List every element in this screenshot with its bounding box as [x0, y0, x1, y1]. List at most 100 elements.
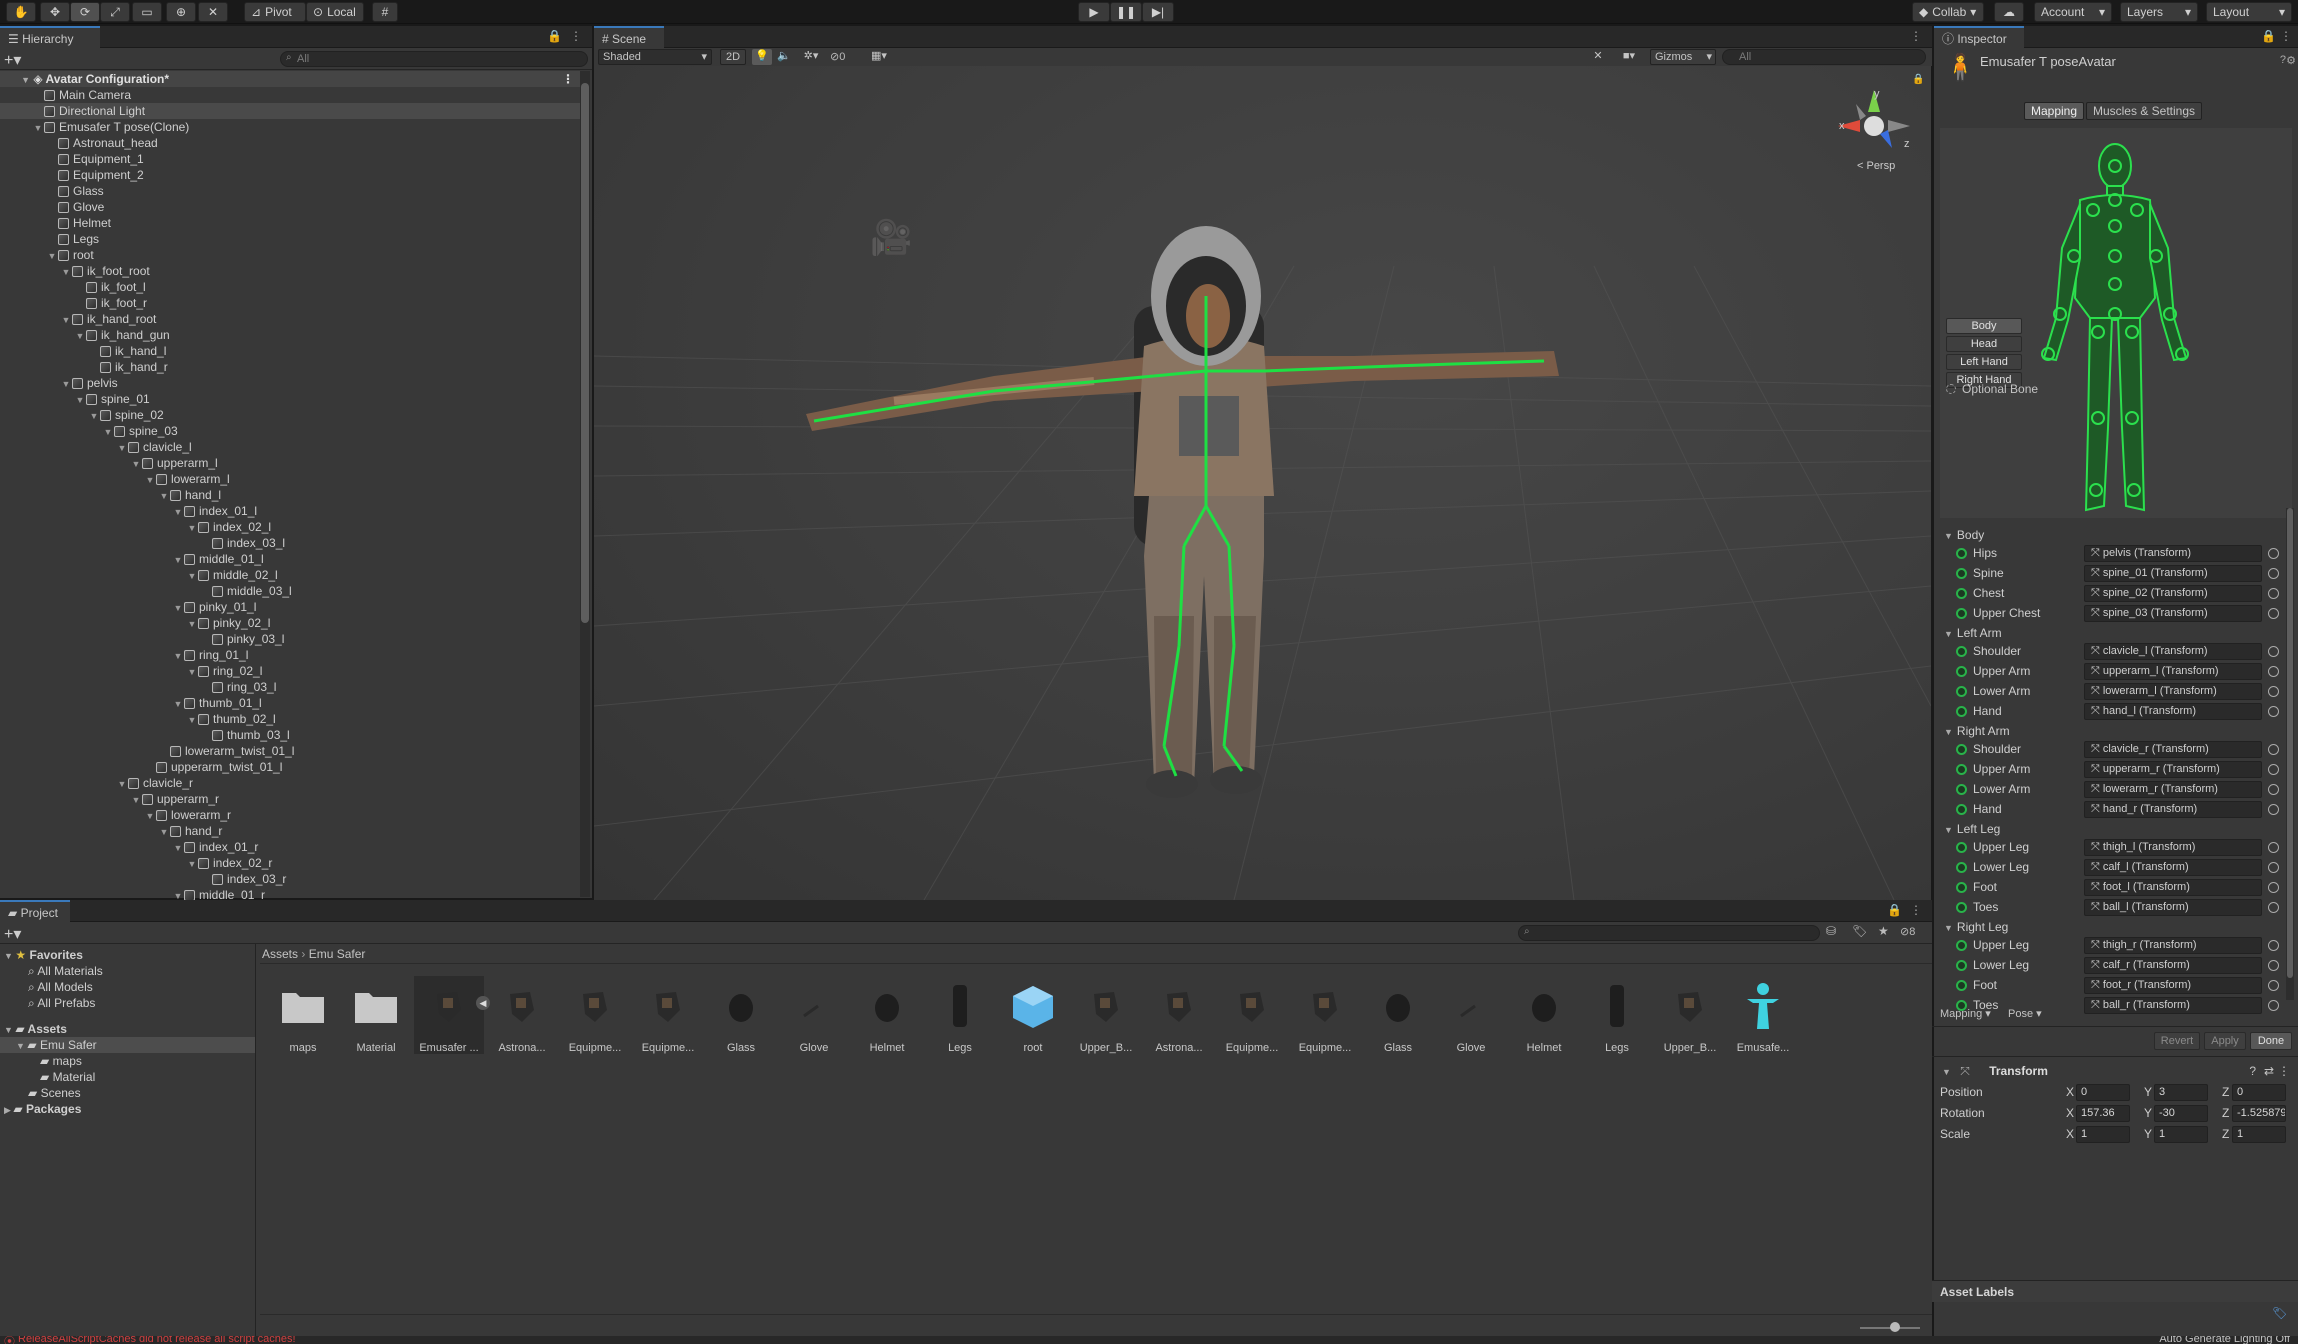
hierarchy-row[interactable]: ik_foot_r — [0, 295, 580, 311]
rotate-tool-icon[interactable]: ⟳ — [70, 2, 100, 22]
expand-arrow-icon[interactable]: ▼ — [32, 120, 44, 136]
favorite-item[interactable]: ⌕ All Models — [28, 980, 93, 995]
expand-arrow-icon[interactable]: ▼ — [1944, 531, 1953, 541]
hierarchy-row[interactable]: index_03_l — [0, 535, 580, 551]
grid-snap-icon[interactable]: # — [372, 2, 398, 22]
left-hand-view-button[interactable]: Left Hand — [1946, 354, 2022, 370]
kebab-menu-icon[interactable]: ⋮ — [1910, 29, 1922, 43]
local-toggle[interactable]: ⊙ Local — [306, 2, 364, 22]
bone-group-header[interactable]: ▼ Left Leg — [1944, 822, 2000, 836]
object-picker-icon[interactable] — [2268, 842, 2279, 853]
asset-item[interactable]: Equipme... — [560, 976, 630, 1054]
favorite-star-icon[interactable]: ★ — [1878, 924, 1889, 938]
pause-button[interactable]: ❚❚ — [1110, 2, 1142, 22]
status-error-text[interactable]: ReleaseAllScriptCaches did not release a… — [18, 1336, 296, 1344]
hidden-objects-toggle[interactable]: ⊘0 — [830, 49, 860, 65]
layers-dropdown[interactable]: Layers ▾ — [2120, 2, 2198, 22]
expand-arrow-icon[interactable]: ▼ — [172, 504, 184, 520]
scene-search-input[interactable]: All — [1722, 49, 1926, 65]
rotation-y-field[interactable]: -30 — [2154, 1105, 2208, 1122]
bone-transform-field[interactable]: ⤧ upperarm_l (Transform) — [2084, 663, 2262, 680]
hierarchy-row[interactable]: ik_foot_l — [0, 279, 580, 295]
hierarchy-row[interactable]: ▼ index_02_r — [0, 855, 580, 871]
zoom-slider-thumb[interactable] — [1890, 1322, 1900, 1332]
help-icon[interactable]: ? — [2280, 54, 2286, 66]
hierarchy-row[interactable]: ▼ hand_r — [0, 823, 580, 839]
asset-item[interactable]: Equipme... — [1290, 976, 1360, 1054]
transform-tool-icon[interactable]: ⊕ — [166, 2, 196, 22]
bone-transform-field[interactable]: ⤧ clavicle_l (Transform) — [2084, 643, 2262, 660]
astronaut-model[interactable] — [794, 176, 1574, 816]
hierarchy-row[interactable]: ▼ pinky_02_l — [0, 615, 580, 631]
hierarchy-row[interactable]: Helmet — [0, 215, 580, 231]
lock-icon[interactable]: 🔒 — [2261, 29, 2276, 43]
subfolder-item[interactable]: ▰ Scenes — [28, 1086, 81, 1100]
hierarchy-row[interactable]: Astronaut_head — [0, 135, 580, 151]
asset-item[interactable]: Equipme... — [1217, 976, 1287, 1054]
bone-transform-field[interactable]: ⤧ lowerarm_r (Transform) — [2084, 781, 2262, 798]
hierarchy-row[interactable]: Legs — [0, 231, 580, 247]
hierarchy-row[interactable]: ▼ root — [0, 247, 580, 263]
hierarchy-row[interactable]: upperarm_twist_01_l — [0, 759, 580, 775]
expand-arrow-icon[interactable]: ▼ — [1944, 629, 1953, 639]
object-picker-icon[interactable] — [2268, 686, 2279, 697]
project-search-input[interactable] — [1518, 925, 1820, 941]
hierarchy-row[interactable]: middle_03_l — [0, 583, 580, 599]
expand-arrow-icon[interactable]: ▼ — [1942, 1067, 1951, 1077]
hierarchy-row[interactable]: ▼ lowerarm_l — [0, 471, 580, 487]
grid-toggle-icon[interactable]: ▦▾ — [864, 49, 894, 65]
breadcrumb-root[interactable]: Assets — [262, 947, 298, 961]
cloud-icon[interactable]: ☁ — [1994, 2, 2024, 22]
hierarchy-row[interactable]: ▼ lowerarm_r — [0, 807, 580, 823]
expand-arrow-icon[interactable]: ▼ — [1944, 923, 1953, 933]
expand-arrow-icon[interactable]: ▼ — [74, 328, 86, 344]
asset-item[interactable]: Emusafer ... ◀ — [414, 976, 490, 1054]
hierarchy-row[interactable]: ▼ Emusafer T pose(Clone) — [0, 119, 580, 135]
account-dropdown[interactable]: Account ▾ — [2034, 2, 2112, 22]
expand-arrow-icon[interactable]: ▼ — [172, 648, 184, 664]
expand-arrow-icon[interactable]: ▼ — [158, 824, 170, 840]
expand-arrow-icon[interactable]: ▼ — [158, 488, 170, 504]
breadcrumb-current[interactable]: Emu Safer — [309, 947, 366, 961]
subfolder-item[interactable]: ▰ Material — [40, 1070, 95, 1084]
lighting-status-text[interactable]: Auto Generate Lighting Off — [2159, 1336, 2290, 1344]
object-picker-icon[interactable] — [2268, 804, 2279, 815]
apply-button[interactable]: Apply — [2204, 1032, 2246, 1050]
asset-labels-header[interactable]: Asset Labels — [1932, 1280, 2298, 1302]
favorite-item[interactable]: ⌕ All Materials — [28, 964, 103, 979]
object-picker-icon[interactable] — [2268, 764, 2279, 775]
body-view-button[interactable]: Body — [1946, 318, 2022, 334]
object-picker-icon[interactable] — [2268, 568, 2279, 579]
revert-button[interactable]: Revert — [2154, 1032, 2200, 1050]
packages-row[interactable]: ▶ ▰ Packages — [4, 1102, 81, 1116]
collab-dropdown[interactable]: ◆ Collab ▾ — [1912, 2, 1984, 22]
presets-icon[interactable]: ⇄ — [2264, 1060, 2274, 1082]
gizmos-dropdown[interactable]: Gizmos ▾ — [1650, 49, 1716, 65]
effects-toggle-icon[interactable]: ✲▾ — [796, 49, 826, 65]
hierarchy-row[interactable]: ▼ pinky_01_l — [0, 599, 580, 615]
hierarchy-row[interactable]: ▼ index_02_l — [0, 519, 580, 535]
object-picker-icon[interactable] — [2268, 882, 2279, 893]
tools-icon[interactable]: ✕ — [1588, 49, 1608, 65]
bone-transform-field[interactable]: ⤧ hand_r (Transform) — [2084, 801, 2262, 818]
hierarchy-row[interactable]: ▼ ring_01_l — [0, 647, 580, 663]
kebab-menu-icon[interactable]: ⋮ — [2278, 1060, 2290, 1082]
expand-arrow-icon[interactable]: ▼ — [116, 776, 128, 792]
hierarchy-row[interactable]: ▼ pelvis — [0, 375, 580, 391]
expand-arrow-icon[interactable]: ▼ — [186, 520, 198, 536]
object-picker-icon[interactable] — [2268, 1000, 2279, 1011]
asset-item[interactable]: Glass — [1363, 976, 1433, 1054]
asset-item[interactable]: Helmet — [852, 976, 922, 1054]
expand-arrow-icon[interactable]: ▼ — [102, 424, 114, 440]
object-picker-icon[interactable] — [2268, 902, 2279, 913]
asset-item[interactable]: Astrona... — [487, 976, 557, 1054]
expand-arrow-icon[interactable]: ▼ — [144, 808, 156, 824]
kebab-menu-icon[interactable]: ⋮ — [570, 29, 582, 43]
hierarchy-row[interactable]: ik_hand_l — [0, 343, 580, 359]
hidden-packages-toggle[interactable]: ⊘8 — [1900, 925, 1915, 938]
bone-transform-field[interactable]: ⤧ clavicle_r (Transform) — [2084, 741, 2262, 758]
bone-group-header[interactable]: ▼ Left Arm — [1944, 626, 2002, 640]
hierarchy-row[interactable]: ▼ thumb_01_l — [0, 695, 580, 711]
position-y-field[interactable]: 3 — [2154, 1084, 2208, 1101]
hierarchy-row[interactable]: ▼ clavicle_r — [0, 775, 580, 791]
